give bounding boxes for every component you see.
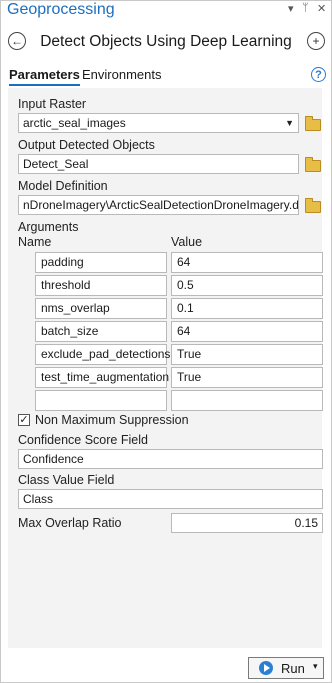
argument-name-cell[interactable]: nms_overlap (35, 298, 167, 319)
nms-checkbox[interactable]: ✓ (18, 414, 30, 426)
argument-value-cell[interactable]: 64 (171, 252, 323, 273)
argument-value-cell[interactable]: 0.1 (171, 298, 323, 319)
close-icon[interactable]: ✕ (317, 2, 326, 15)
argument-name-cell[interactable]: test_time_augmentation (35, 367, 169, 388)
arguments-value-header: Value (171, 235, 203, 249)
output-objects-value: Detect_Seal (23, 157, 89, 171)
argument-value-cell[interactable]: True (171, 344, 323, 365)
argument-name-cell[interactable] (35, 390, 167, 411)
chevron-down-icon[interactable]: ▾ (313, 661, 318, 672)
pane-title: Geoprocessing (7, 1, 115, 18)
tool-title: Detect Objects Using Deep Learning (40, 33, 292, 50)
argument-name-cell[interactable]: threshold (35, 275, 167, 296)
folder-icon[interactable] (305, 198, 321, 213)
argument-name-cell[interactable]: batch_size (35, 321, 167, 342)
model-definition-label: Model Definition (18, 179, 108, 193)
model-definition-field[interactable]: nDroneImagery\ArcticSealDetectionDroneIm… (18, 195, 299, 215)
arrow-left-icon: ← (11, 34, 23, 48)
folder-icon[interactable] (305, 116, 321, 131)
argument-value-cell[interactable] (171, 390, 323, 411)
plus-icon: + (312, 34, 320, 48)
argument-value-cell[interactable]: 64 (171, 321, 323, 342)
tab-environments[interactable]: Environments (82, 67, 161, 82)
max-overlap-input[interactable]: 0.15 (171, 513, 323, 533)
output-objects-field[interactable]: Detect_Seal (18, 154, 299, 174)
nms-label: Non Maximum Suppression (35, 413, 189, 427)
input-raster-dropdown[interactable]: arctic_seal_images ▼ (18, 113, 299, 133)
output-objects-label: Output Detected Objects (18, 138, 155, 152)
class-field-label: Class Value Field (18, 473, 115, 487)
argument-value-cell[interactable]: 0.5 (171, 275, 323, 296)
arguments-label: Arguments (18, 220, 79, 234)
arguments-name-header: Name (18, 235, 52, 249)
help-icon[interactable]: ? (311, 67, 326, 82)
play-icon (259, 661, 273, 675)
max-overlap-value: 0.15 (294, 516, 318, 530)
back-button[interactable]: ← (8, 32, 26, 50)
confidence-field-input[interactable]: Confidence (18, 449, 323, 469)
pane-menu-icon[interactable]: ▾ (288, 2, 294, 15)
folder-icon[interactable] (305, 157, 321, 172)
argument-name-cell[interactable]: padding (35, 252, 167, 273)
class-field-input[interactable]: Class (18, 489, 323, 509)
tab-parameters[interactable]: Parameters (9, 67, 80, 86)
model-definition-value: nDroneImagery\ArcticSealDetectionDroneIm… (23, 198, 299, 212)
input-raster-label: Input Raster (18, 97, 87, 111)
argument-name-cell[interactable]: exclude_pad_detections (35, 344, 170, 365)
argument-value-cell[interactable]: True (171, 367, 323, 388)
pin-icon[interactable]: ᛘ (302, 2, 309, 14)
input-raster-value: arctic_seal_images (23, 116, 126, 130)
run-button[interactable]: Run ▾ (248, 657, 324, 679)
confidence-field-value: Confidence (23, 452, 84, 466)
confidence-field-label: Confidence Score Field (18, 433, 148, 447)
add-button[interactable]: + (307, 32, 325, 50)
class-field-value: Class (23, 492, 54, 506)
max-overlap-label: Max Overlap Ratio (18, 516, 122, 530)
run-label: Run (281, 661, 305, 676)
chevron-down-icon: ▼ (285, 118, 294, 128)
